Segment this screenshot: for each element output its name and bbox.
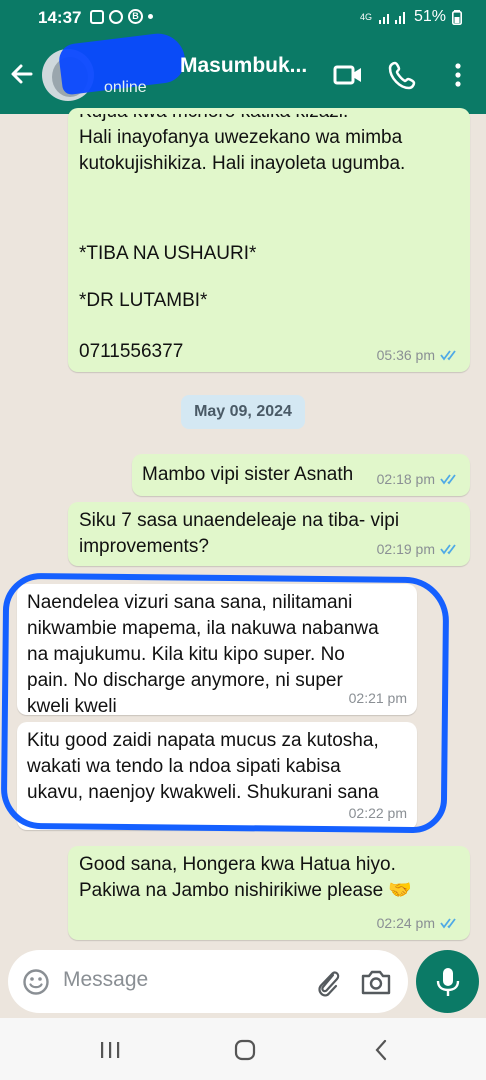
b-icon: B	[128, 9, 143, 24]
more-vert-icon[interactable]	[442, 59, 474, 91]
message-bubble-outgoing[interactable]: Mambo vipi sister Asnath 02:18 pm	[132, 454, 470, 496]
camera-icon[interactable]	[360, 967, 392, 997]
phone-icon[interactable]	[387, 59, 419, 91]
mic-button[interactable]	[416, 950, 479, 1013]
network-type: 4G	[359, 11, 372, 22]
message-bubble-outgoing[interactable]: Good sana, Hongera kwa Hatua hiyo. Pakiw…	[68, 846, 470, 940]
back-arrow-icon[interactable]	[8, 60, 36, 88]
double-check-icon	[440, 350, 456, 361]
signal-icon	[378, 12, 405, 24]
message-text: Hali inayofanya uwezekano wa mimba kutok…	[79, 125, 405, 365]
message-bubble-outgoing[interactable]: Kujua kwa mchoro katika kizazi. Hali ina…	[68, 108, 470, 372]
message-time: 05:36 pm	[376, 347, 435, 363]
dot-icon	[148, 14, 153, 19]
message-line: Pakiwa na Jambo nishirikiwe please 🤝	[79, 880, 413, 901]
battery-percent: 51%	[413, 8, 446, 25]
status-icons: B	[90, 9, 153, 24]
system-nav-bar	[0, 1018, 486, 1080]
chat-bubble-icon	[109, 9, 123, 24]
status-right: 4G 51%	[360, 8, 462, 26]
message-input[interactable]: Message	[63, 968, 148, 992]
message-line: Good sana, Hongera kwa Hatua hiyo.	[79, 854, 396, 875]
message-bubble-incoming[interactable]: Kitu good zaidi napata mucus za kutosha,…	[17, 722, 417, 830]
message-text: Kitu good zaidi napata mucus za kutosha,…	[27, 728, 379, 806]
attach-icon[interactable]	[313, 967, 343, 997]
message-time: 02:21 pm	[348, 690, 407, 706]
message-line: wakati wa tendo la ndoa sipati kabisa	[27, 756, 341, 777]
contact-status: online	[104, 79, 147, 96]
message-time: 02:24 pm	[376, 915, 435, 931]
video-call-icon[interactable]	[332, 59, 364, 91]
message-text: Good sana, Hongera kwa Hatua hiyo. Pakiw…	[79, 852, 412, 904]
status-bar: 14:37 B 4G 51%	[0, 0, 486, 36]
message-line: Siku 7 sasa unaendeleaje na tiba- vipi	[79, 510, 400, 531]
message-bubble-outgoing[interactable]: Siku 7 sasa unaendeleaje na tiba- vipi i…	[68, 502, 470, 566]
back-nav-icon[interactable]	[370, 1038, 394, 1062]
message-line: Kujua kwa mchoro katika kizazi.	[79, 114, 459, 125]
message-time: 02:22 pm	[348, 805, 407, 821]
message-line: *TIBA NA USHAURI*	[79, 243, 257, 264]
battery-icon	[452, 10, 462, 25]
message-line: na majukumu. Kila kitu kipo super. No	[27, 644, 345, 665]
gallery-icon	[90, 9, 104, 24]
message-line: kutokujishikiza. Hali inayoleta ugumba.	[79, 153, 406, 174]
message-line: improvements?	[79, 536, 209, 557]
message-input-bar: Message	[8, 950, 408, 1013]
date-chip: May 09, 2024	[181, 395, 305, 429]
message-line: nikwambie mapema, ila nakuwa nabanwa	[27, 618, 379, 639]
message-line: Hali inayofanya uwezekano wa mimba	[79, 127, 403, 148]
home-icon[interactable]	[233, 1038, 257, 1062]
double-check-icon	[440, 474, 456, 485]
chat-header: Masumbuk... online	[0, 30, 486, 114]
message-text: Naendelea vizuri sana sana, nilitamani n…	[27, 590, 379, 720]
message-line: ukavu, naenjoy kwakweli. Shukurani sana	[27, 782, 379, 803]
double-check-icon	[440, 918, 456, 929]
message-time: 02:19 pm	[376, 541, 435, 557]
message-line: *DR LUTAMBI*	[79, 290, 208, 311]
emoji-icon[interactable]	[22, 968, 50, 996]
message-line: pain. No discharge anymore, ni super	[27, 670, 343, 691]
message-line: Mambo vipi sister Asnath	[142, 464, 354, 485]
message-line: 0711556377	[79, 341, 184, 362]
mic-icon	[436, 968, 460, 996]
recent-apps-icon[interactable]	[98, 1038, 122, 1062]
contact-name[interactable]: Masumbuk...	[180, 54, 307, 78]
status-time: 14:37	[38, 8, 82, 27]
message-line: Naendelea vizuri sana sana, nilitamani	[27, 592, 353, 613]
message-time: 02:18 pm	[376, 471, 435, 487]
message-line: kweli kweli	[27, 696, 117, 717]
message-text: Siku 7 sasa unaendeleaje na tiba- vipi i…	[79, 508, 399, 560]
message-line: Kitu good zaidi napata mucus za kutosha,	[27, 730, 379, 751]
double-check-icon	[440, 544, 456, 555]
message-bubble-incoming[interactable]: Naendelea vizuri sana sana, nilitamani n…	[17, 584, 417, 717]
